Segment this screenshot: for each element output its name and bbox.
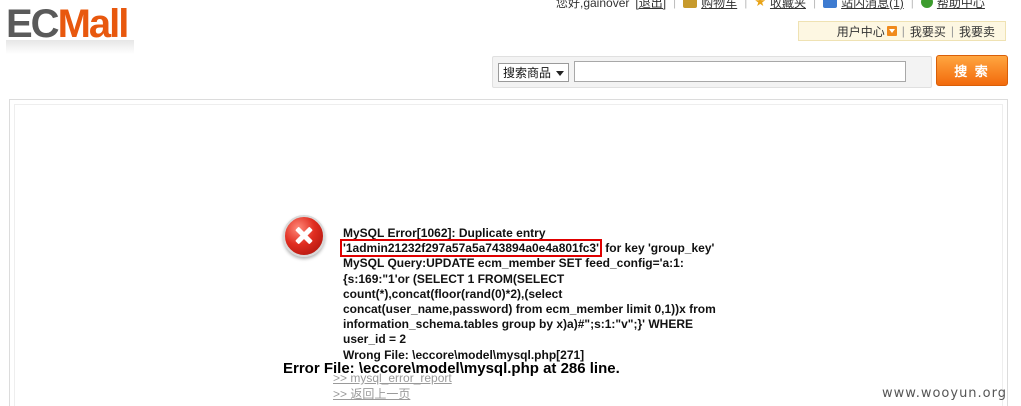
query-line: count(*),concat(floor(rand(0)*2),(select: [343, 286, 563, 301]
error-icon: [283, 215, 325, 257]
chevron-down-icon: [556, 71, 564, 76]
query-line: user_id = 2: [343, 332, 407, 347]
divider: |: [673, 0, 677, 9]
cart-icon: [683, 0, 698, 8]
query-line: concat(user_name,password) from ecm_memb…: [343, 301, 716, 316]
divider: |: [744, 0, 748, 9]
help-icon: [920, 0, 933, 8]
query-line: information_schema.tables group by x)a)#…: [343, 317, 693, 332]
divider: |: [901, 24, 905, 38]
error-file-line: Error File: \eccore\model\mysql.php at 2…: [283, 360, 620, 377]
top-links-bar: 您好,gainover [退出] | 购物车 | ★ 收藏夹 | 站内消息(1)…: [556, 0, 985, 10]
message-icon: [823, 0, 838, 8]
logout-link[interactable]: [退出]: [635, 0, 666, 11]
cart-link[interactable]: 购物车: [701, 0, 737, 11]
messages-link[interactable]: 站内消息(1): [841, 0, 904, 11]
help-link[interactable]: 帮助中心: [937, 0, 985, 11]
i-sell-link[interactable]: 我要卖: [959, 23, 995, 40]
error-line-2: '1admin21232f297a57a5a743894a0e4a801fc3'…: [340, 239, 743, 258]
chevron-down-icon[interactable]: [886, 26, 897, 36]
logo-reflection: [6, 40, 134, 54]
divider: |: [950, 24, 954, 38]
search-category-select[interactable]: 搜索商品: [498, 63, 569, 82]
go-back-link[interactable]: >> 返回上一页: [333, 385, 410, 402]
star-icon: ★: [754, 0, 766, 9]
user-menu-bar: 用户中心 | 我要买 | 我要卖: [798, 21, 1006, 41]
greeting-text: 您好,gainover: [556, 0, 630, 10]
error-key-text: for key 'group_key': [601, 241, 715, 256]
divider: |: [812, 0, 817, 9]
i-bought-link[interactable]: 我要买: [910, 23, 946, 40]
highlighted-entry: '1admin21232f297a57a5a743894a0e4a801fc3': [340, 239, 602, 258]
search-button[interactable]: 搜 索: [936, 55, 1008, 86]
watermark: www.wooyun.org: [882, 386, 1008, 401]
favorites-link[interactable]: 收藏夹: [770, 0, 806, 11]
divider: |: [910, 0, 914, 9]
user-center-link[interactable]: 用户中心: [837, 23, 885, 40]
search-input[interactable]: [574, 61, 906, 82]
search-bar: 搜索商品: [492, 56, 932, 88]
error-message: MySQL Error[1062]: Duplicate entry '1adm…: [340, 226, 743, 363]
query-line: {s:169:"1'or (SELECT 1 FROM(SELECT: [343, 271, 565, 286]
search-category-value: 搜索商品: [503, 66, 552, 80]
query-line: MySQL Query:UPDATE ecm_member SET feed_c…: [343, 256, 684, 271]
